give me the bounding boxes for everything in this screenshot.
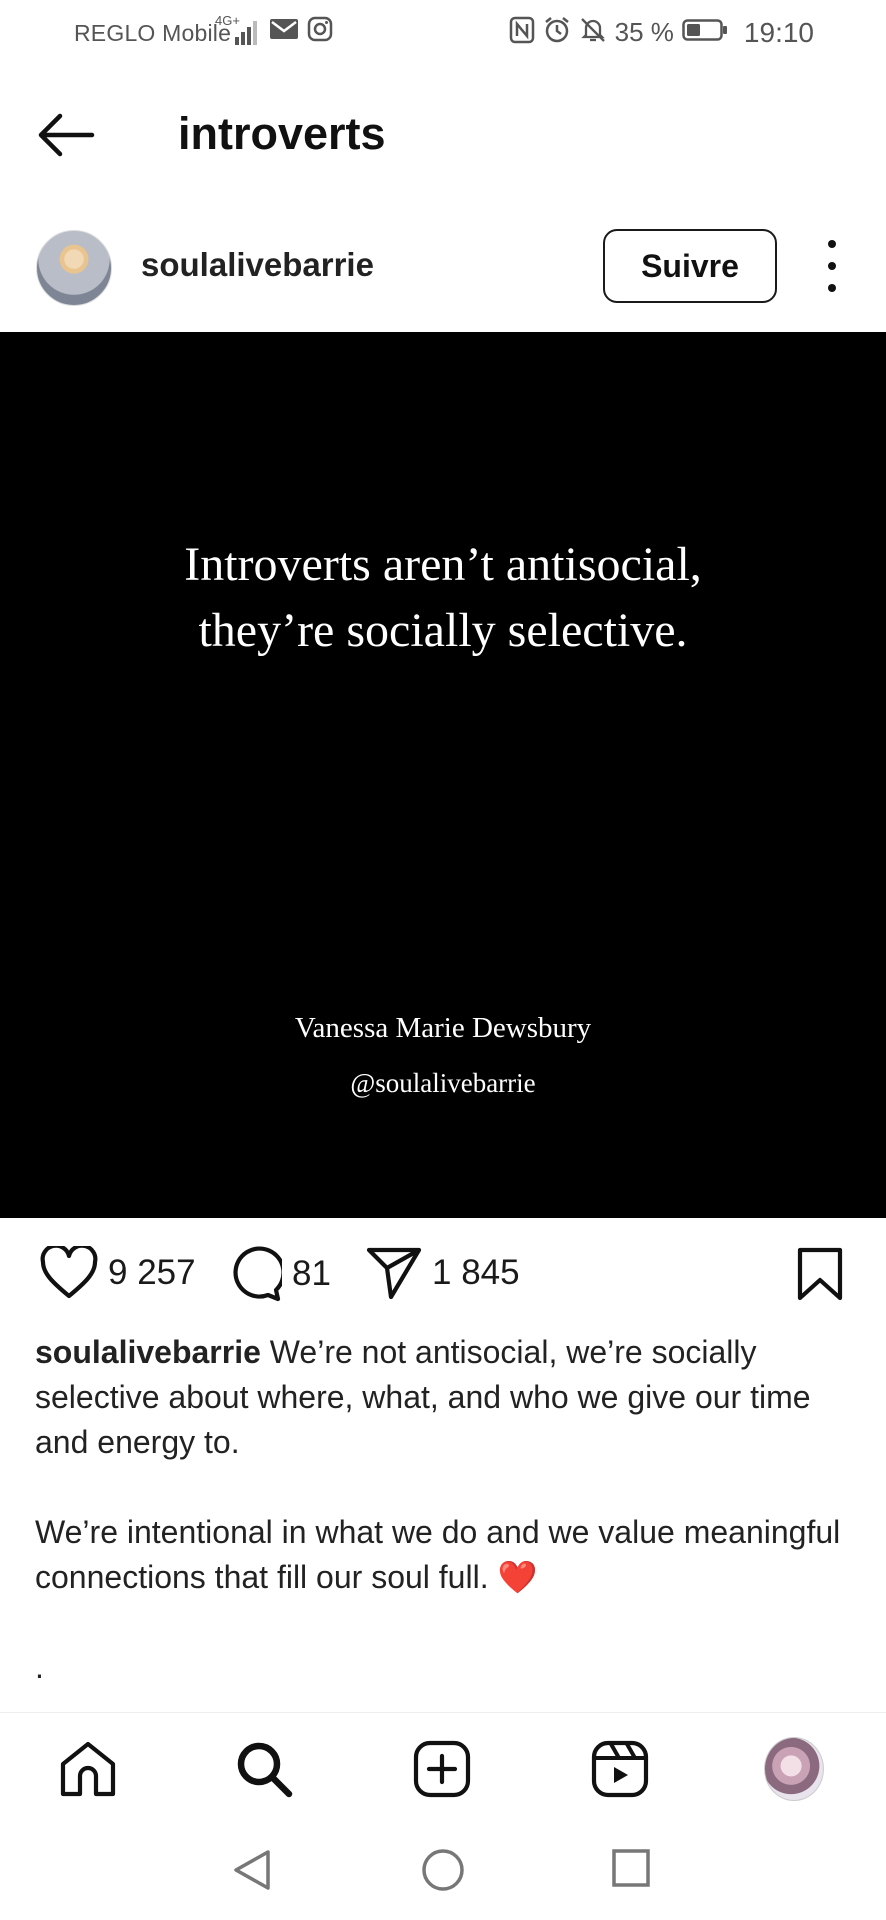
square-recents-icon bbox=[612, 1849, 650, 1887]
status-bar: REGLO Mobile 4G+ 35 % 19:10 bbox=[0, 0, 886, 66]
bottom-nav bbox=[0, 1712, 886, 1823]
screen: REGLO Mobile 4G+ 35 % 19:10 introverts s… bbox=[0, 0, 886, 1920]
like-button[interactable]: 9 257 bbox=[40, 1246, 196, 1300]
nav-reels[interactable] bbox=[590, 1739, 650, 1799]
carrier-label: REGLO Mobile bbox=[74, 20, 232, 46]
share-count: 1 845 bbox=[432, 1253, 520, 1292]
search-icon bbox=[237, 1742, 293, 1798]
caption-paragraph-3: . bbox=[35, 1649, 44, 1685]
nav-search[interactable] bbox=[234, 1739, 294, 1799]
post-actions: 9 257 81 1 845 bbox=[0, 1240, 886, 1310]
reels-icon bbox=[591, 1740, 649, 1798]
top-bar: introverts bbox=[0, 90, 886, 180]
save-button[interactable] bbox=[796, 1246, 844, 1307]
like-count: 9 257 bbox=[108, 1253, 196, 1292]
home-icon bbox=[60, 1741, 116, 1797]
system-home-button[interactable] bbox=[421, 1848, 465, 1897]
quote-line-1: Introverts aren’t antisocial, bbox=[184, 538, 702, 591]
page-title: introverts bbox=[178, 108, 386, 159]
system-nav bbox=[0, 1822, 886, 1920]
alarm-icon bbox=[543, 16, 571, 49]
caption-paragraph-2: We’re intentional in what we do and we v… bbox=[35, 1510, 845, 1600]
follow-button[interactable]: Suivre bbox=[603, 229, 777, 303]
post-image[interactable]: Introverts aren’t antisocial, they’re so… bbox=[0, 332, 886, 1218]
author-avatar[interactable] bbox=[36, 230, 112, 306]
quote-line-2: they’re socially selective. bbox=[198, 604, 688, 657]
heart-emoji-icon: ❤️ bbox=[497, 1559, 538, 1595]
quote-text: Introverts aren’t antisocial, they’re so… bbox=[0, 532, 886, 664]
status-right: 35 % 19:10 bbox=[509, 16, 814, 49]
post-caption: soulalivebarrie We’re not antisocial, we… bbox=[35, 1330, 845, 1690]
post-username[interactable]: soulalivebarrie bbox=[141, 246, 374, 284]
quote-author: Vanessa Marie Dewsbury bbox=[294, 1012, 592, 1044]
battery-percent: 35 % bbox=[614, 17, 674, 47]
heart-icon bbox=[40, 1246, 98, 1299]
nav-create[interactable] bbox=[412, 1739, 472, 1799]
nfc-icon bbox=[509, 16, 535, 49]
caption-text-2: We’re intentional in what we do and we v… bbox=[35, 1514, 841, 1595]
nav-home[interactable] bbox=[58, 1739, 118, 1799]
battery-icon bbox=[682, 18, 728, 47]
comment-button[interactable]: 81 bbox=[226, 1246, 331, 1302]
instagram-notification-icon bbox=[307, 16, 333, 47]
mail-icon bbox=[269, 17, 299, 46]
send-icon bbox=[366, 1247, 422, 1300]
signal-icon: 4G+ bbox=[215, 13, 261, 47]
share-button[interactable]: 1 845 bbox=[366, 1246, 520, 1300]
back-arrow-icon bbox=[38, 113, 95, 157]
bookmark-icon bbox=[797, 1247, 843, 1301]
circle-home-icon bbox=[422, 1849, 464, 1891]
post-header: soulalivebarrie Suivre bbox=[0, 222, 886, 332]
profile-avatar bbox=[764, 1737, 824, 1801]
quote-handle: @soulalivebarrie bbox=[350, 1068, 536, 1098]
clock: 19:10 bbox=[743, 16, 814, 48]
create-icon bbox=[413, 1740, 471, 1798]
triangle-back-icon bbox=[234, 1850, 270, 1890]
status-left-icons: 4G+ bbox=[215, 13, 333, 47]
caption-username[interactable]: soulalivebarrie bbox=[35, 1334, 261, 1370]
system-recents-button[interactable] bbox=[611, 1848, 651, 1893]
more-options-icon[interactable] bbox=[818, 240, 846, 292]
back-button[interactable] bbox=[36, 110, 96, 160]
caption-paragraph-1: soulalivebarrie We’re not antisocial, we… bbox=[35, 1330, 845, 1465]
comment-count: 81 bbox=[292, 1254, 331, 1293]
mute-icon bbox=[579, 16, 607, 49]
nav-profile[interactable] bbox=[764, 1737, 824, 1801]
comment-icon bbox=[233, 1246, 282, 1302]
system-back-button[interactable] bbox=[232, 1848, 272, 1897]
